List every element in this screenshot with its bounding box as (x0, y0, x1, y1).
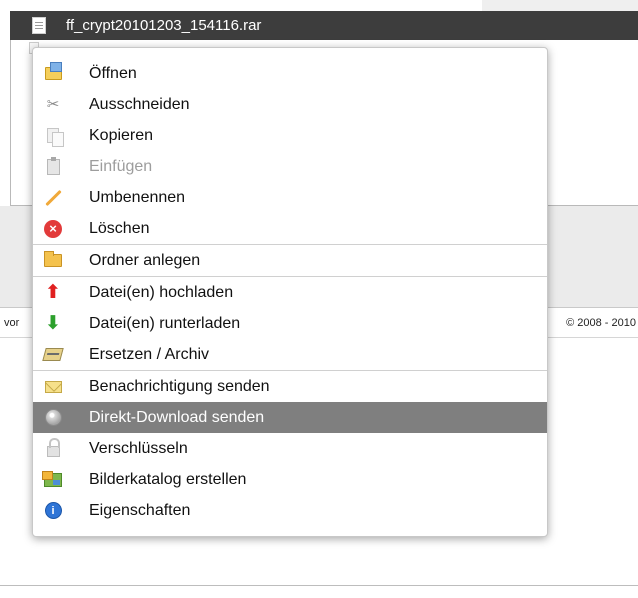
menu-item-label: Eigenschaften (89, 501, 191, 519)
menu-item-encrypt[interactable]: Verschlüsseln (33, 433, 547, 464)
menu-item-label: Bilderkatalog erstellen (89, 470, 247, 488)
document-icon (32, 17, 46, 34)
mail-icon (43, 377, 63, 397)
menu-item-delete[interactable]: × Löschen (33, 213, 547, 244)
menu-item-label: Einfügen (89, 157, 153, 175)
menu-item-label: Verschlüsseln (89, 439, 188, 457)
menu-item-label: Öffnen (89, 64, 137, 82)
upload-arrow-icon: ⬆ (45, 282, 61, 303)
menu-item-label: Benachrichtigung senden (89, 377, 270, 395)
file-name: ff_crypt20101203_154116.rar (66, 17, 262, 34)
info-icon: i (43, 501, 63, 521)
file-row-header[interactable]: ff_crypt20101203_154116.rar (10, 11, 638, 40)
menu-item-label: Kopieren (89, 126, 154, 144)
menu-item-label: Umbenennen (89, 188, 186, 206)
direct-download-icon (43, 408, 63, 428)
menu-item-properties[interactable]: i Eigenschaften (33, 495, 547, 526)
folder-icon (43, 251, 63, 271)
divider (0, 585, 638, 586)
archive-icon (42, 345, 64, 365)
menu-item-label: Ersetzen / Archiv (89, 345, 210, 363)
context-menu: Öffnen ✂ Ausschneiden Kopieren Einfügen … (32, 47, 548, 537)
menu-item-download[interactable]: ⬇ Datei(en) runterladen (33, 308, 547, 339)
menu-item-image-catalog[interactable]: Bilderkatalog erstellen (33, 464, 547, 495)
lock-icon (43, 438, 63, 459)
menu-item-replace-archive[interactable]: Ersetzen / Archiv (33, 339, 547, 370)
footer-left-text: vor (4, 317, 20, 329)
menu-item-new-folder[interactable]: Ordner anlegen (33, 245, 547, 276)
menu-item-label: Datei(en) hochladen (89, 283, 234, 301)
download-arrow-icon: ⬇ (45, 313, 61, 334)
copyright-text: © 2008 - 2010 (566, 317, 636, 329)
menu-item-paste[interactable]: Einfügen (33, 151, 547, 182)
menu-item-label: Datei(en) runterladen (89, 314, 241, 332)
menu-item-label: Ausschneiden (89, 95, 190, 113)
menu-item-copy[interactable]: Kopieren (33, 120, 547, 151)
menu-item-label: Löschen (89, 219, 150, 237)
image-catalog-icon (42, 470, 63, 490)
menu-item-upload[interactable]: ⬆ Datei(en) hochladen (33, 277, 547, 308)
rename-pencil-icon (43, 188, 63, 208)
paste-icon (43, 156, 63, 177)
menu-item-open[interactable]: Öffnen (33, 58, 547, 89)
menu-item-send-notification[interactable]: Benachrichtigung senden (33, 371, 547, 402)
delete-icon: × (43, 219, 63, 239)
menu-item-label: Ordner anlegen (89, 251, 201, 269)
menu-item-cut[interactable]: ✂ Ausschneiden (33, 89, 547, 120)
menu-item-direct-download[interactable]: Direkt-Download senden (33, 402, 547, 433)
cut-icon: ✂ (46, 96, 60, 113)
menu-item-rename[interactable]: Umbenennen (33, 182, 547, 213)
top-right-strip (482, 0, 638, 11)
menu-item-label: Direkt-Download senden (89, 408, 265, 426)
copy-icon (43, 126, 64, 147)
open-icon (43, 62, 63, 84)
